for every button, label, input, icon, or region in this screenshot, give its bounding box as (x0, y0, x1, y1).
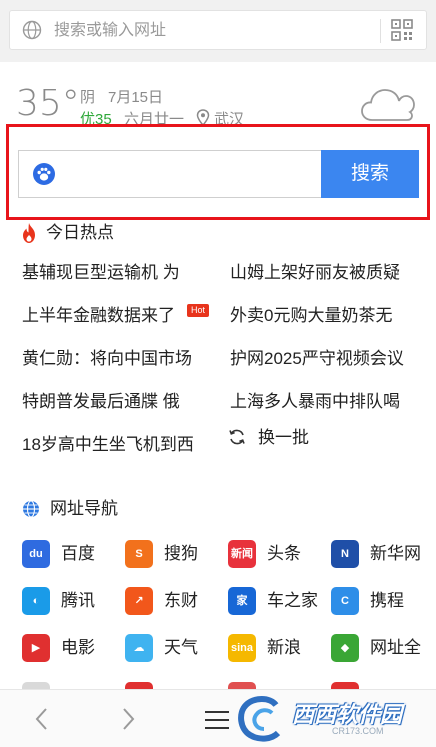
site-label: 电影 (61, 638, 95, 657)
flame-icon (23, 223, 35, 243)
site-link[interactable]: ▶ 电影 (22, 634, 122, 664)
hot-badge: Hot (187, 304, 209, 317)
site-link[interactable]: N 新华网 (331, 540, 431, 570)
news-item[interactable]: 山姆上架好丽友被质疑 (230, 261, 425, 285)
address-bar[interactable]: 搜索或输入网址 (9, 10, 427, 50)
weather-icon: ☁ (125, 634, 153, 662)
news-item[interactable]: 护网2025严守视频会议 (230, 347, 425, 371)
chevron-right-icon[interactable] (118, 706, 138, 732)
site-label: 搜狗 (164, 544, 198, 563)
cloud-icon[interactable] (360, 86, 416, 124)
site-link[interactable]: ◐ 腾讯 (22, 587, 122, 617)
bottom-toolbar: 西西软件园 CR173.COM (0, 689, 436, 747)
news-item[interactable]: 基辅现巨型运输机 为 (22, 261, 210, 285)
ctrip-icon: C (331, 587, 359, 615)
watermark: 西西软件园 CR173.COM (232, 693, 436, 745)
news-item[interactable]: 上半年金融数据来了 (22, 304, 187, 328)
refresh-button[interactable]: 换一批 (258, 426, 309, 450)
site-link[interactable]: du 百度 (22, 540, 122, 570)
news-item[interactable]: 18岁高中生坐飞机到西 (22, 433, 210, 457)
site-link[interactable]: ↗ 东财 (125, 587, 225, 617)
movie-icon: ▶ (22, 634, 50, 662)
news-item[interactable]: 特朗普发最后通牒 俄 (22, 390, 210, 414)
tencent-icon: ◐ (22, 587, 50, 615)
site-label: 百度 (61, 544, 95, 563)
watermark-logo-icon (238, 696, 281, 742)
site-link[interactable]: ◆ 网址全 (331, 634, 431, 664)
search-button[interactable]: 搜索 (321, 150, 419, 198)
weather-temperature: 35° (16, 83, 80, 124)
search-box[interactable]: 搜索 (18, 150, 419, 198)
site-label: 新浪 (267, 638, 301, 657)
chevron-left-icon[interactable] (32, 706, 52, 732)
top-bar: 搜索或输入网址 (0, 0, 436, 62)
watermark-subtitle: CR173.COM (332, 726, 384, 736)
news-item[interactable]: 外卖0元购大量奶茶无 (230, 304, 425, 328)
sina-icon: sina (228, 634, 256, 662)
site-label: 东财 (164, 591, 198, 610)
news-item[interactable]: 黄仁勋：将向中国市场 (22, 347, 210, 371)
weather-date: 7月15日 (108, 89, 164, 106)
weather-condition: 阴 (80, 89, 96, 106)
site-label: 天气 (164, 638, 198, 657)
xinhua-icon: N (331, 540, 359, 568)
refresh-icon[interactable] (228, 428, 246, 446)
toutiao-icon: 新闻 (228, 540, 256, 568)
site-label: 新华网 (370, 544, 421, 563)
hot-topics-title: 今日热点 (46, 223, 114, 242)
site-link[interactable]: sina 新浪 (228, 634, 328, 664)
baidu-icon: du (22, 540, 50, 568)
news-item[interactable]: 上海多人暴雨中排队喝 (230, 390, 425, 414)
globe-icon (22, 20, 42, 40)
site-label: 腾讯 (61, 591, 95, 610)
site-label: 头条 (267, 544, 301, 563)
globe-icon (23, 500, 39, 518)
site-link[interactable]: 家车之家 (228, 587, 328, 617)
address-placeholder: 搜索或输入网址 (54, 22, 167, 39)
site-nav-title: 网址导航 (50, 499, 118, 518)
site-label: 网址全 (370, 638, 421, 657)
site-label: 携程 (370, 591, 404, 610)
site-label: 车之家 (267, 591, 318, 610)
menu-icon[interactable] (204, 708, 230, 732)
site-link[interactable]: C 携程 (331, 587, 431, 617)
watermark-title: 西西软件园 (292, 702, 403, 727)
site-link[interactable]: 新闻 头条 (228, 540, 328, 570)
qr-code-icon[interactable] (391, 19, 413, 41)
site-link[interactable]: S 搜狗 (125, 540, 225, 570)
baidu-paw-icon[interactable] (33, 163, 55, 185)
eastmoney-icon: ↗ (125, 587, 153, 615)
allsites-icon: ◆ (331, 634, 359, 662)
site-link[interactable]: ☁ 天气 (125, 634, 225, 664)
address-divider (380, 19, 381, 43)
autohome-icon: 家 (228, 587, 256, 615)
sogou-icon: S (125, 540, 153, 568)
